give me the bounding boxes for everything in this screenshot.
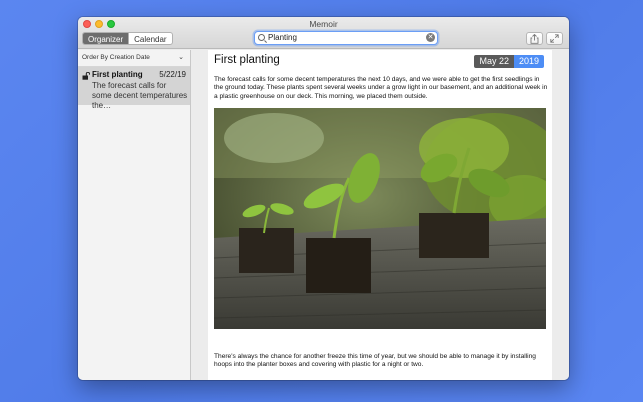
search-icon — [258, 34, 265, 41]
clear-search-icon[interactable]: ✕ — [426, 33, 435, 42]
date-year: 2019 — [513, 55, 544, 68]
unlock-icon — [82, 72, 90, 80]
entry-paragraph[interactable]: The forecast calls for some decent tempe… — [214, 76, 548, 101]
app-window: Memoir Organizer Calendar ✕ Order By Cre… — [78, 17, 569, 380]
list-item[interactable]: First planting 5/22/19 The forecast call… — [78, 67, 190, 110]
titlebar: Memoir Organizer Calendar ✕ — [78, 17, 569, 49]
window-title: Memoir — [309, 19, 338, 29]
share-button[interactable] — [526, 32, 543, 45]
share-icon — [530, 33, 539, 44]
sidebar: Order By Creation Date ⌄ First planting … — [78, 50, 191, 380]
item-snippet: The forecast calls for some decent tempe… — [92, 81, 188, 110]
tab-organizer[interactable]: Organizer — [83, 33, 129, 44]
fullscreen-button[interactable] — [546, 32, 563, 45]
seedlings-image — [214, 108, 546, 329]
date-badge[interactable]: May 22 2019 — [474, 55, 544, 68]
item-title: First planting — [92, 70, 143, 79]
tab-calendar[interactable]: Calendar — [128, 33, 171, 44]
date-day: May 22 — [474, 55, 514, 68]
chevron-down-icon: ⌄ — [178, 54, 184, 61]
search-input[interactable] — [268, 32, 418, 43]
sort-label: Order By Creation Date — [82, 54, 150, 61]
search-field[interactable]: ✕ — [254, 31, 438, 45]
sort-dropdown[interactable]: Order By Creation Date ⌄ — [78, 50, 190, 67]
view-switcher: Organizer Calendar — [82, 32, 173, 45]
fullscreen-icon — [550, 34, 559, 43]
entry-page: First planting May 22 2019 The forecast … — [208, 50, 552, 380]
entry-photo — [214, 108, 546, 329]
entry-paragraph[interactable]: There's always the chance for another fr… — [214, 353, 548, 370]
entry-title[interactable]: First planting — [214, 54, 280, 66]
item-date: 5/22/19 — [159, 70, 186, 79]
